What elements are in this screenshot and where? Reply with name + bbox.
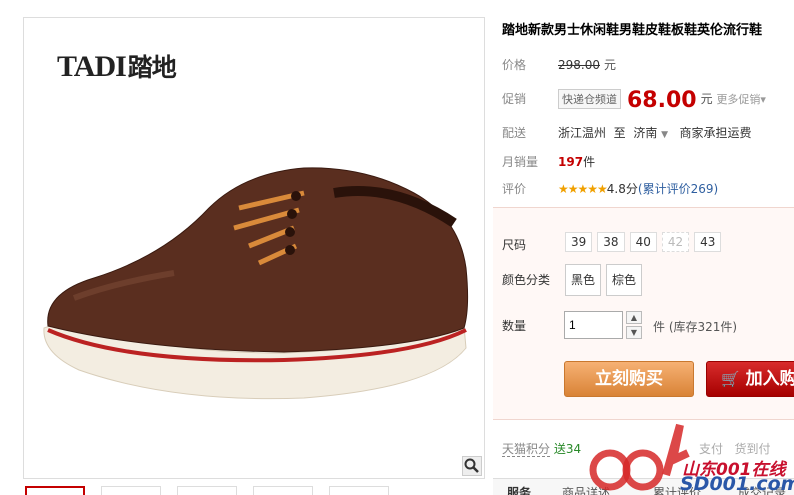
- tab-service[interactable]: 服务: [507, 484, 531, 495]
- buy-now-button[interactable]: 立刻购买: [564, 361, 694, 397]
- shoe-image: [43, 167, 469, 400]
- brand-logo: TADI踏地: [57, 50, 177, 83]
- promo-row: 促销 快递仓频道 68.00 元 更多促销▾: [502, 88, 766, 113]
- promo-price: 68.00: [627, 88, 697, 113]
- delivery-row: 配送 浙江温州 至 济南 ▼ 商家承担运费: [502, 126, 752, 140]
- thumbnail-strip: [23, 486, 485, 495]
- points-row: 天猫积分 送34: [502, 442, 582, 457]
- size-label: 尺码: [502, 238, 527, 252]
- stock-info: 件 (库存321件): [653, 320, 738, 334]
- promo-tag: 快递仓频道: [558, 89, 621, 109]
- star-rating: ★★★★★: [558, 182, 608, 196]
- color-option-black[interactable]: 黑色: [565, 264, 601, 296]
- add-to-cart-button[interactable]: 🛒 加入购: [706, 361, 794, 397]
- size-option[interactable]: 39: [565, 232, 593, 252]
- thumbnail[interactable]: [25, 486, 85, 495]
- product-main-image[interactable]: TADI踏地: [23, 17, 485, 479]
- decrease-icon[interactable]: ▼: [626, 326, 642, 339]
- color-label: 颜色分类: [502, 273, 551, 287]
- color-options: 黑色 棕色: [565, 264, 647, 296]
- price-row: 价格 298.00 元: [502, 58, 617, 72]
- size-option[interactable]: 43: [694, 232, 722, 252]
- review-count-link[interactable]: (累计评价269): [638, 182, 718, 196]
- rating-row: 评价 ★★★★★4.8分(累计评价269): [502, 182, 719, 196]
- thumbnail[interactable]: [253, 486, 313, 495]
- cart-icon: 🛒: [721, 370, 740, 388]
- zoom-icon[interactable]: [462, 456, 482, 476]
- thumbnail[interactable]: [329, 486, 389, 495]
- sales-row: 月销量 197件: [502, 155, 596, 169]
- size-option[interactable]: 40: [629, 232, 657, 252]
- thumbnail[interactable]: [101, 486, 161, 495]
- quantity-input[interactable]: [564, 311, 623, 339]
- destination-select[interactable]: 济南 ▼: [633, 126, 668, 140]
- thumbnail[interactable]: [177, 486, 237, 495]
- watermark-url: SD001.com: [680, 473, 794, 495]
- size-option-disabled: 42: [661, 232, 690, 252]
- original-price: 298.00: [558, 58, 600, 72]
- quantity-stepper[interactable]: ▲ ▼: [626, 311, 644, 339]
- more-promo-link[interactable]: 更多促销▾: [716, 93, 766, 106]
- product-title: 踏地新款男士休闲鞋男鞋皮鞋板鞋英伦流行鞋: [502, 23, 763, 38]
- increase-icon[interactable]: ▲: [626, 311, 642, 324]
- quantity-label: 数量: [502, 319, 527, 333]
- color-option-brown[interactable]: 棕色: [606, 264, 642, 296]
- size-options: 39 38 40 42 43: [565, 232, 726, 252]
- size-option[interactable]: 38: [597, 232, 625, 252]
